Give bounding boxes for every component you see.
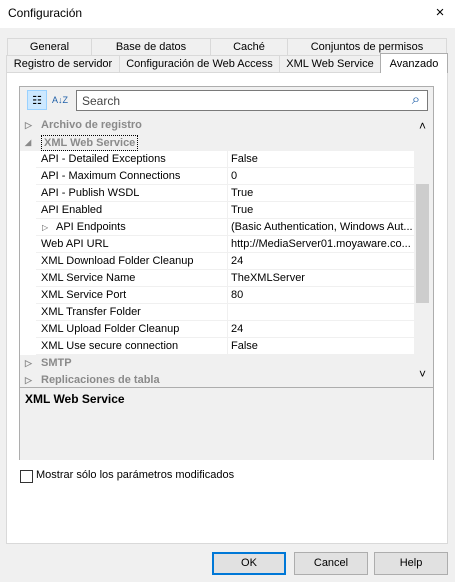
property-row[interactable]: XML Service Name TheXMLServer bbox=[20, 270, 414, 287]
collapse-icon[interactable]: ◢ bbox=[25, 134, 31, 151]
category-xml-web-service[interactable]: ◢ XML Web Service bbox=[20, 134, 414, 151]
category-label: SMTP bbox=[41, 357, 72, 369]
property-row[interactable]: XML Use secure connection False bbox=[20, 338, 414, 355]
expand-icon[interactable]: ▷ bbox=[25, 117, 32, 134]
property-row[interactable]: API - Publish WSDL True bbox=[20, 185, 414, 202]
property-value[interactable]: http://MediaServer01.moyaware.co... bbox=[227, 236, 414, 252]
property-name: XML Service Name bbox=[41, 272, 136, 284]
property-name: API - Maximum Connections bbox=[41, 170, 181, 182]
property-value[interactable]: 24 bbox=[227, 321, 414, 337]
category-smtp[interactable]: ▷ SMTP bbox=[20, 355, 414, 372]
show-modified-label: Mostrar sólo los parámetros modificados bbox=[36, 469, 235, 481]
property-row[interactable]: XML Download Folder Cleanup 24 bbox=[20, 253, 414, 270]
expand-icon[interactable]: ▷ bbox=[25, 372, 32, 385]
show-modified-checkbox[interactable] bbox=[20, 470, 33, 483]
property-name: Web API URL bbox=[41, 238, 109, 250]
description-title: XML Web Service bbox=[25, 392, 125, 406]
property-name: API Enabled bbox=[41, 204, 103, 216]
property-row[interactable]: XML Upload Folder Cleanup 24 bbox=[20, 321, 414, 338]
property-row[interactable]: API - Detailed Exceptions False bbox=[20, 151, 414, 168]
property-name: XML Download Folder Cleanup bbox=[41, 255, 194, 267]
property-name: XML Upload Folder Cleanup bbox=[41, 323, 180, 335]
category-label: XML Web Service bbox=[41, 135, 139, 151]
property-value[interactable]: (Basic Authentication, Windows Aut... bbox=[227, 219, 414, 235]
window-title: Configuración bbox=[8, 6, 83, 20]
expand-icon[interactable]: ▷ bbox=[42, 219, 48, 236]
property-row[interactable]: XML Service Port 80 bbox=[20, 287, 414, 304]
tab-configuracion-web-access[interactable]: Configuración de Web Access bbox=[119, 55, 280, 72]
property-row[interactable]: API Enabled True bbox=[20, 202, 414, 219]
property-value[interactable]: 24 bbox=[227, 253, 414, 269]
search-icon[interactable]: ⌕ bbox=[406, 90, 426, 110]
property-row[interactable]: XML Transfer Folder bbox=[20, 304, 414, 321]
property-name: API - Publish WSDL bbox=[41, 187, 140, 199]
property-value[interactable]: TheXMLServer bbox=[227, 270, 414, 286]
property-row[interactable]: ▷ API Endpoints (Basic Authentication, W… bbox=[20, 219, 414, 236]
property-name: XML Use secure connection bbox=[41, 340, 179, 352]
property-name: XML Service Port bbox=[41, 289, 127, 301]
property-value[interactable]: 80 bbox=[227, 287, 414, 303]
search-placeholder: Search bbox=[82, 94, 121, 108]
tab-cache[interactable]: Caché bbox=[210, 38, 288, 55]
property-value[interactable]: True bbox=[227, 185, 414, 201]
help-button[interactable]: Help bbox=[374, 552, 448, 575]
close-icon[interactable]: × bbox=[428, 2, 452, 24]
tab-general[interactable]: General bbox=[7, 38, 92, 55]
categorized-view-icon[interactable]: ☷ bbox=[27, 90, 47, 110]
tab-avanzado[interactable]: Avanzado bbox=[380, 53, 448, 73]
property-value[interactable]: False bbox=[227, 338, 414, 354]
scroll-up-icon[interactable]: ˄ bbox=[414, 118, 431, 134]
property-name: XML Transfer Folder bbox=[41, 306, 141, 318]
category-label: Archivo de registro bbox=[41, 119, 142, 131]
property-name: API - Detailed Exceptions bbox=[41, 153, 166, 165]
search-input[interactable] bbox=[76, 90, 428, 111]
property-value[interactable]: True bbox=[227, 202, 414, 218]
property-value[interactable]: 0 bbox=[227, 168, 414, 184]
property-value[interactable]: False bbox=[227, 151, 414, 167]
alphabetical-sort-icon[interactable]: A↓Z bbox=[50, 90, 70, 110]
property-value[interactable] bbox=[227, 304, 414, 320]
category-replicaciones-de-tabla[interactable]: ▷ Replicaciones de tabla bbox=[20, 372, 414, 385]
scrollbar-thumb[interactable] bbox=[416, 184, 429, 303]
category-label: Replicaciones de tabla bbox=[41, 374, 160, 385]
property-row[interactable]: Web API URL http://MediaServer01.moyawar… bbox=[20, 236, 414, 253]
property-row[interactable]: API - Maximum Connections 0 bbox=[20, 168, 414, 185]
scroll-down-icon[interactable]: ˅ bbox=[414, 366, 431, 382]
tab-registro-de-servidor[interactable]: Registro de servidor bbox=[6, 55, 120, 72]
property-name: API Endpoints bbox=[56, 221, 126, 233]
ok-button[interactable]: OK bbox=[212, 552, 286, 575]
tab-base-de-datos[interactable]: Base de datos bbox=[91, 38, 211, 55]
category-archivo-de-registro[interactable]: ▷ Archivo de registro bbox=[20, 117, 414, 134]
expand-icon[interactable]: ▷ bbox=[25, 355, 32, 372]
tab-xml-web-service[interactable]: XML Web Service bbox=[279, 55, 381, 72]
cancel-button[interactable]: Cancel bbox=[294, 552, 368, 575]
